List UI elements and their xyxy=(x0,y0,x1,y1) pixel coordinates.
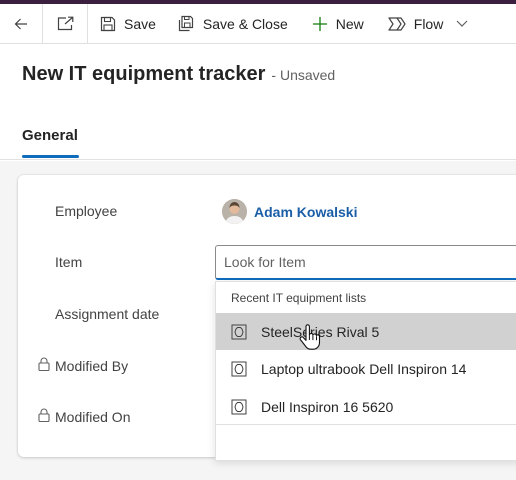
employee-label: Employee xyxy=(55,203,118,219)
equipment-entity-icon xyxy=(231,361,247,376)
new-button[interactable]: New xyxy=(300,4,376,44)
save-label: Save xyxy=(124,15,156,32)
list-item-label: Laptop ultrabook Dell Inspiron 14 xyxy=(261,360,467,377)
dropdown-footer-divider xyxy=(216,424,516,425)
dropdown-header: Recent IT equipment lists xyxy=(231,291,367,305)
back-button[interactable] xyxy=(0,4,42,44)
save-and-close-button[interactable]: Save & Close xyxy=(168,4,300,44)
assignment-date-label: Assignment date xyxy=(55,306,160,322)
list-item-label: SteelSeries Rival 5 xyxy=(261,323,380,340)
command-bar: Save Save & Close New Flow xyxy=(0,3,516,44)
tab-general[interactable]: General xyxy=(22,127,78,144)
list-item[interactable]: Dell Inspiron 16 5620 xyxy=(216,388,516,425)
open-in-new-window-button[interactable] xyxy=(43,4,87,44)
title-row: New IT equipment tracker - Unsaved xyxy=(22,63,335,86)
save-status: - Unsaved xyxy=(271,67,336,83)
list-item[interactable]: Laptop ultrabook Dell Inspiron 14 xyxy=(216,350,516,387)
tab-selected-indicator xyxy=(22,155,79,158)
item-lookup-dropdown: Recent IT equipment lists SteelSeries Ri… xyxy=(215,281,516,461)
list-item-label: Dell Inspiron 16 5620 xyxy=(261,398,394,415)
flow-button[interactable]: Flow xyxy=(376,4,482,44)
arrow-left-icon xyxy=(14,18,27,29)
new-label: New xyxy=(335,15,364,32)
lock-icon xyxy=(38,408,50,422)
equipment-entity-icon xyxy=(231,399,247,414)
page-title: New IT equipment tracker xyxy=(22,63,266,85)
employee-name-link[interactable]: Adam Kowalski xyxy=(254,204,357,220)
form-header: New IT equipment tracker - Unsaved Gener… xyxy=(0,45,516,160)
employee-lookup-value[interactable]: Adam Kowalski xyxy=(222,199,357,224)
floppy-disk-icon xyxy=(100,16,116,31)
item-lookup-input[interactable] xyxy=(215,245,516,280)
flow-label: Flow xyxy=(413,15,444,32)
modified-on-label: Modified On xyxy=(55,409,131,425)
save-button[interactable]: Save xyxy=(88,4,168,44)
avatar xyxy=(222,199,247,224)
equipment-entity-icon xyxy=(231,324,247,339)
plus-icon xyxy=(312,16,327,31)
chevron-down-icon[interactable] xyxy=(451,18,473,30)
save-and-close-label: Save & Close xyxy=(202,15,288,32)
list-item[interactable]: SteelSeries Rival 5 xyxy=(216,313,516,350)
item-label: Item xyxy=(55,254,83,270)
open-in-new-window-icon xyxy=(57,16,73,31)
lock-icon xyxy=(38,357,50,371)
power-automate-flow-icon xyxy=(388,16,406,31)
save-and-close-icon xyxy=(178,15,194,32)
modified-by-label: Modified By xyxy=(55,358,129,374)
